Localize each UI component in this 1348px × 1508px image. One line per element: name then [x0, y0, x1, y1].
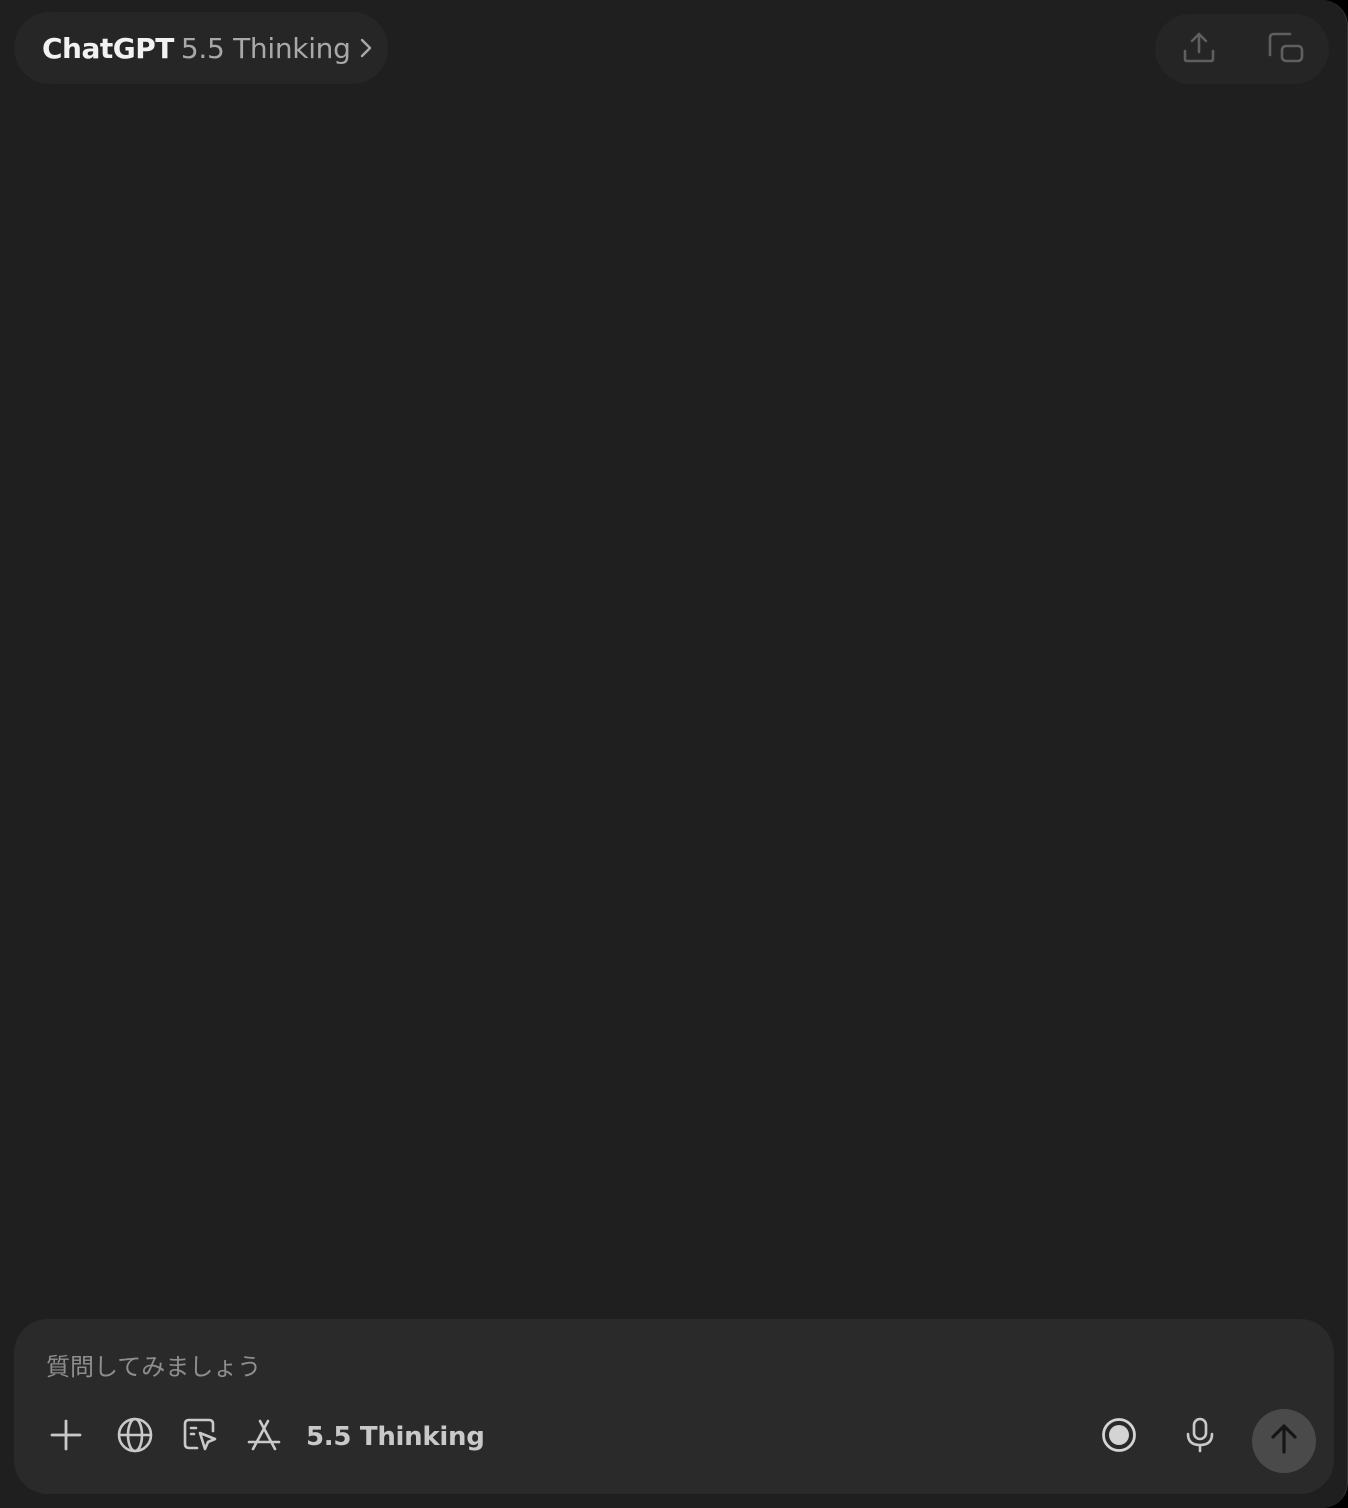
select-cursor-icon [181, 1416, 219, 1458]
composer: 5.5 Thinking [14, 1319, 1334, 1494]
apps-button[interactable] [236, 1409, 292, 1465]
plus-icon [48, 1417, 84, 1457]
screen-select-button[interactable] [172, 1409, 228, 1465]
globe-icon [116, 1416, 154, 1458]
record-icon [1100, 1416, 1138, 1458]
app-window: ChatGPT 5.5 Thinking 質問してみましょう 5.5 Think… [0, 0, 1348, 1508]
app-store-icon [245, 1416, 283, 1458]
share-upload-icon [1181, 29, 1217, 69]
share-button[interactable] [1169, 19, 1229, 79]
chevron-right-icon [359, 36, 375, 60]
model-switcher-button[interactable]: ChatGPT 5.5 Thinking [14, 12, 388, 84]
top-actions [1155, 14, 1329, 84]
add-attachment-button[interactable] [38, 1409, 94, 1465]
new-window-button[interactable] [1256, 19, 1316, 79]
new-window-icon [1266, 29, 1306, 69]
model-label: 5.5 Thinking [180, 31, 351, 65]
arrow-up-icon [1267, 1422, 1301, 1460]
web-search-button[interactable] [107, 1409, 163, 1465]
microphone-icon [1182, 1416, 1218, 1458]
composer-model-button[interactable]: 5.5 Thinking [306, 1409, 485, 1465]
brand-label: ChatGPT [42, 31, 174, 65]
send-button[interactable] [1252, 1409, 1316, 1473]
dictation-button[interactable] [1172, 1409, 1228, 1465]
voice-mode-button[interactable] [1091, 1409, 1147, 1465]
message-input[interactable] [46, 1347, 1046, 1387]
